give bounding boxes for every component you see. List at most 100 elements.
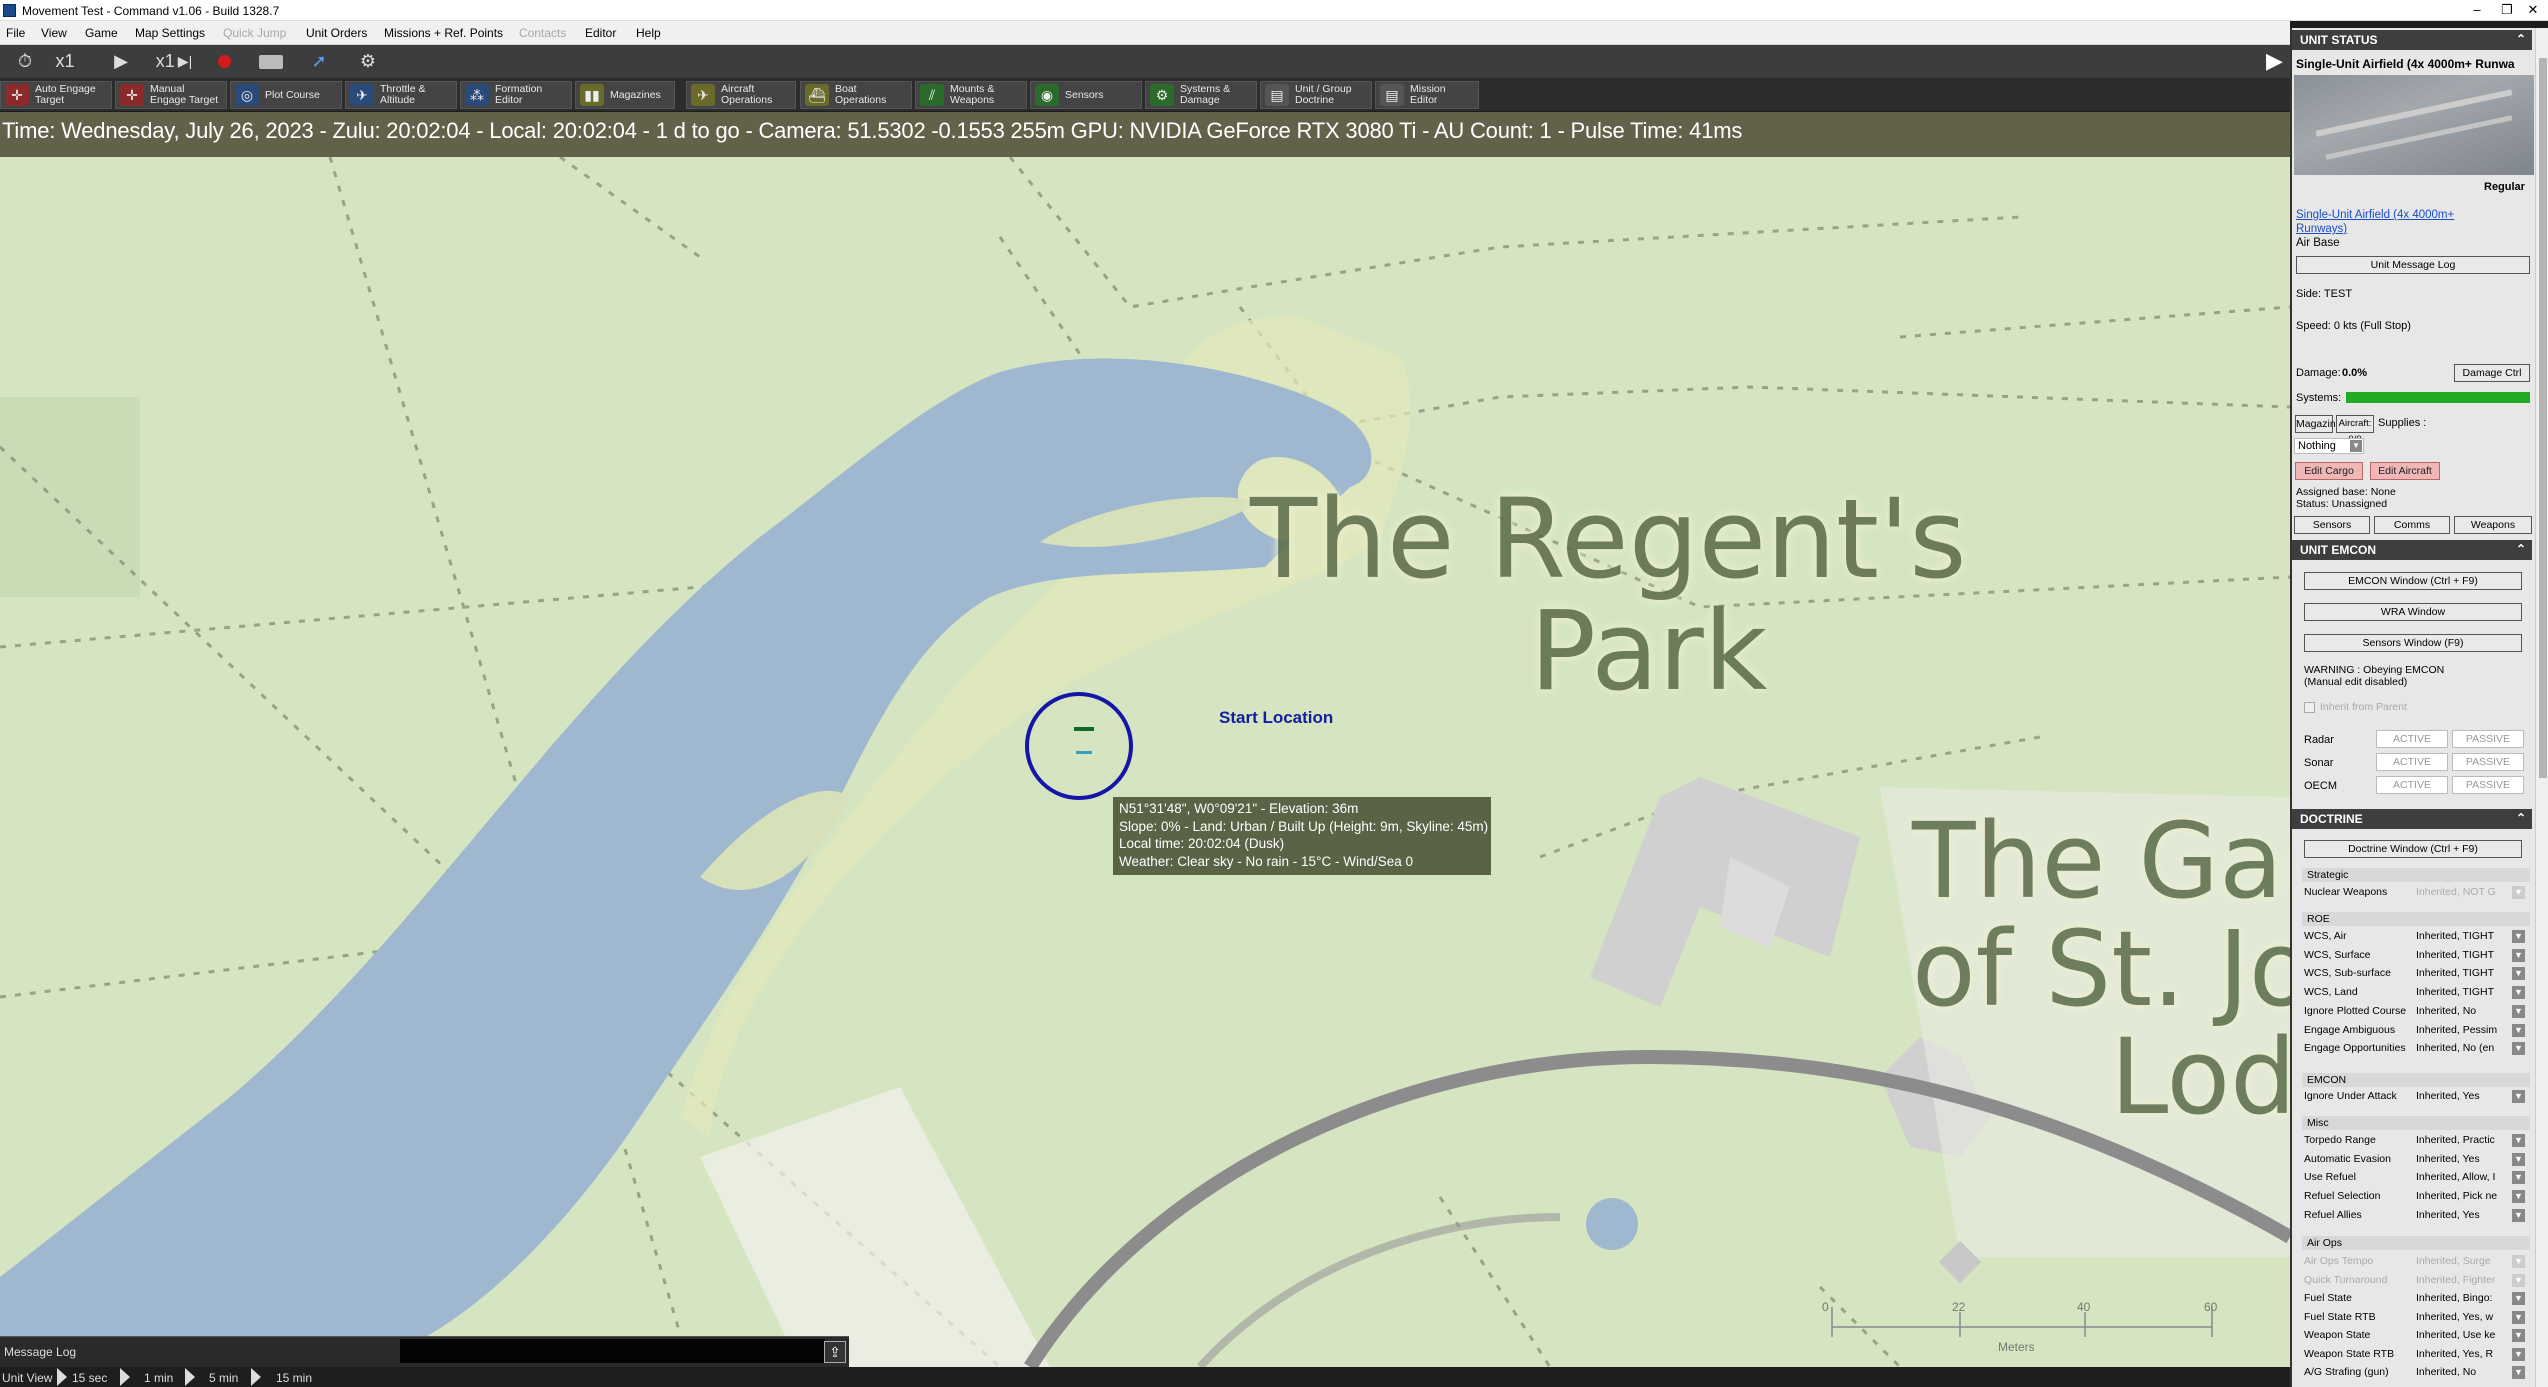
chevron-down-icon[interactable]: ▼ [2512,1023,2525,1037]
menu-missions[interactable]: Missions + Ref. Points [384,26,503,40]
panel-expand-icon[interactable]: ▶ [2266,48,2288,73]
radar-passive[interactable]: PASSIVE [2452,730,2524,748]
play-icon[interactable]: ▶ [108,49,134,74]
chevron-down-icon[interactable]: ▼ [2512,1134,2525,1147]
doctrine-header[interactable]: DOCTRINE ⌃ [2292,809,2532,829]
pointer-icon[interactable]: ➚ [306,49,332,74]
collapse-icon[interactable]: ⌃ [2516,32,2526,46]
tab-sensors[interactable]: Sensors [2294,516,2370,534]
mounts-weapons-button[interactable]: ⫽ Mounts & Weapons [915,81,1027,109]
chevron-down-icon[interactable]: ▼ [2512,986,2525,1000]
tab-comms[interactable]: Comms [2374,516,2450,534]
unit-marker-ring[interactable] [1025,692,1133,800]
manual-engage-button[interactable]: ✛ Manual Engage Target [115,81,227,109]
collapse-icon[interactable]: ⌃ [2516,811,2526,825]
chevron-down-icon[interactable]: ▼ [2512,1171,2525,1185]
collapse-icon[interactable]: ⌃ [2516,542,2526,556]
chevron-down-icon[interactable]: ▼ [2512,1004,2525,1018]
chevron-down-icon[interactable]: ▼ [2512,1255,2525,1268]
chevron-down-icon[interactable]: ▼ [2512,1208,2525,1222]
sensors-window-button[interactable]: Sensors Window (F9) [2304,634,2522,652]
menu-view[interactable]: View [41,26,67,40]
doctrine-button[interactable]: ▤ Unit / Group Doctrine [1260,81,1372,109]
chevron-down-icon[interactable]: ▼ [2512,1273,2525,1287]
menu-unit-orders[interactable]: Unit Orders [306,26,367,40]
edit-cargo-button[interactable]: Edit Cargo [2295,462,2363,480]
chevron-down-icon[interactable]: ▼ [2512,1310,2525,1324]
airfield-unit-icon[interactable] [1074,727,1094,731]
mission-editor-button[interactable]: ▤ Mission Editor [1375,81,1479,109]
play-icon[interactable] [120,1368,130,1386]
chevron-down-icon[interactable]: ▼ [2512,967,2525,981]
chevron-down-icon[interactable]: ▼ [2512,930,2525,943]
sensors-button[interactable]: ◉ Sensors [1030,81,1142,109]
message-log-bar[interactable]: Message Log ⇪ [0,1336,849,1367]
inherit-checkbox[interactable] [2304,702,2315,713]
play-icon[interactable] [251,1368,261,1386]
systems-damage-button[interactable]: ⚙ Systems & Damage [1145,81,1257,109]
menu-game[interactable]: Game [85,26,118,40]
doctrine-row[interactable]: Fuel State RTB Inherited, Yes, w ▼ [2304,1310,2526,1325]
tab-weapons[interactable]: Weapons [2454,516,2532,534]
doctrine-row[interactable]: Use Refuel Inherited, Allow, I ▼ [2304,1170,2526,1185]
doctrine-row[interactable]: Refuel Selection Inherited, Pick ne ▼ [2304,1189,2526,1204]
chevron-down-icon[interactable]: ▼ [2512,1329,2525,1342]
step-1min[interactable]: 1 min [144,1371,173,1385]
menu-file[interactable]: File [6,26,25,40]
record-icon[interactable] [212,49,236,74]
chevron-down-icon[interactable]: ▼ [2512,1042,2525,1056]
doctrine-row[interactable]: Fuel State Inherited, Bingo: ▼ [2304,1291,2526,1306]
minimize-button[interactable]: – [2462,2,2492,19]
emcon-window-button[interactable]: EMCON Window (Ctrl + F9) [2304,572,2522,590]
play-icon[interactable] [185,1368,195,1386]
doctrine-row[interactable]: Quick Turnaround Inherited, Fighter ▼ [2304,1273,2526,1288]
doctrine-row[interactable]: WCS, Land Inherited, TIGHT ▼ [2304,985,2526,1000]
play-icon[interactable] [57,1368,67,1386]
doctrine-row[interactable]: Weapon State Inherited, Use ke ▼ [2304,1328,2526,1343]
step-15min[interactable]: 15 min [276,1371,312,1385]
cargo-select[interactable]: Nothing ▼ [2294,438,2364,454]
close-button[interactable]: ✕ [2518,2,2548,19]
settings-gear-icon[interactable]: ⚙ [354,49,382,74]
doctrine-row[interactable]: Engage Ambiguous Inherited, Pessim ▼ [2304,1023,2526,1038]
menu-map-settings[interactable]: Map Settings [135,26,205,40]
chevron-down-icon[interactable]: ▼ [2512,1366,2525,1379]
chevron-down-icon[interactable]: ▼ [2512,1152,2525,1166]
unit-class-link[interactable]: Single-Unit Airfield (4x 4000m+ Runways) [2296,208,2496,236]
step-15sec[interactable]: 15 sec [72,1371,107,1385]
oecm-passive[interactable]: PASSIVE [2452,776,2524,794]
edit-aircraft-button[interactable]: Edit Aircraft [2370,462,2440,480]
magazines-button[interactable]: ▮▮ Magazines [575,81,675,109]
doctrine-row[interactable]: WCS, Air Inherited, TIGHT ▼ [2304,929,2526,944]
unit-status-header[interactable]: UNIT STATUS ⌃ [2292,30,2532,50]
unit-view-label[interactable]: Unit View [2,1371,52,1385]
chevron-down-icon[interactable]: ▼ [2512,1190,2525,1204]
chevron-down-icon[interactable]: ▼ [2512,1292,2525,1305]
unit-message-log-button[interactable]: Unit Message Log [2296,256,2530,274]
doctrine-row[interactable]: Refuel Allies Inherited, Yes ▼ [2304,1208,2526,1223]
doctrine-row[interactable]: WCS, Surface Inherited, TIGHT ▼ [2304,948,2526,963]
chevron-down-icon[interactable]: ▼ [2512,886,2525,899]
menu-editor[interactable]: Editor [585,26,616,40]
auto-engage-button[interactable]: ✛ Auto Engage Target [0,81,112,109]
clock-icon[interactable]: ⏱ [12,49,38,74]
doctrine-row[interactable]: A/G Strafing (gun) Inherited, No ▼ [2304,1365,2526,1380]
boat-operations-button[interactable]: ⛴ Boat Operations [800,81,912,109]
oecm-active[interactable]: ACTIVE [2376,776,2448,794]
doctrine-row[interactable]: WCS, Sub-surface Inherited, TIGHT ▼ [2304,966,2526,981]
doctrine-row[interactable]: Air Ops Tempo Inherited, Surge ▼ [2304,1254,2526,1269]
throttle-altitude-button[interactable]: ✈ Throttle & Altitude [345,81,457,109]
formation-editor-button[interactable]: ⁂ Formation Editor [460,81,572,109]
chevron-down-icon[interactable]: ▼ [2512,1347,2525,1361]
speed-display-2[interactable]: x1 ▶| [150,49,198,74]
expand-log-icon[interactable]: ⇪ [824,1341,846,1363]
doctrine-row-ignore-attack[interactable]: Ignore Under Attack Inherited, Yes ▼ [2304,1089,2526,1104]
doctrine-window-button[interactable]: Doctrine Window (Ctrl + F9) [2304,840,2522,858]
doctrine-row[interactable]: Automatic Evasion Inherited, Yes ▼ [2304,1152,2526,1167]
map-view[interactable]: The Regent's Park The Gard of St. Joh Lo… [0,157,2290,1367]
menu-help[interactable]: Help [636,26,661,40]
menu-quick-jump[interactable]: Quick Jump [223,26,286,40]
doctrine-row[interactable]: Torpedo Range Inherited, Practic ▼ [2304,1133,2526,1148]
aircraft-operations-button[interactable]: ✈ Aircraft Operations [686,81,796,109]
damage-control-button[interactable]: Damage Ctrl [2454,364,2530,382]
